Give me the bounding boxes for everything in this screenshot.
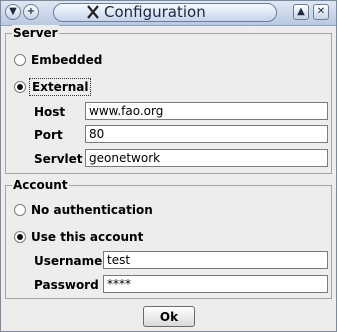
radio-embedded-label: Embedded [31,53,103,67]
maximize-icon: ▲ [297,6,305,17]
password-label: Password [34,278,99,292]
chevron-down-icon: ▼ [9,6,17,17]
servlet-input[interactable] [85,149,328,167]
port-label: Port [34,128,63,142]
maximize-button[interactable]: ▲ [293,4,309,20]
ok-button[interactable]: Ok [143,306,195,327]
window-title: Configuration [104,3,206,21]
title-bar[interactable]: ▼ + Configuration ▲ ✕ [1,1,336,26]
x-logo-icon [87,5,99,19]
radio-no-authentication[interactable]: No authentication [14,202,153,218]
plus-icon: + [26,6,36,17]
radio-embedded[interactable]: Embedded [14,52,102,68]
radio-external[interactable]: External [14,78,92,96]
host-label: Host [34,105,66,119]
close-button[interactable]: ✕ [313,4,329,20]
radio-use-this-account-indicator[interactable] [14,231,26,243]
radio-use-this-account-label: Use this account [31,230,144,244]
username-input[interactable] [103,251,328,269]
radio-external-label: External [28,78,92,96]
username-label: Username [34,254,103,268]
close-icon: ✕ [316,6,326,17]
radio-no-authentication-indicator[interactable] [14,204,26,216]
servlet-label: Servlet [34,152,83,166]
radio-embedded-indicator[interactable] [14,54,26,66]
server-group: Server Embedded External Host Port Servl… [5,25,332,174]
server-group-title: Server [12,25,59,41]
window-menu-button[interactable]: ▼ [5,4,21,20]
radio-use-this-account[interactable]: Use this account [14,229,143,245]
account-group-title: Account [12,177,69,193]
configuration-dialog: ▼ + Configuration ▲ ✕ Server Embedded Ex… [0,0,337,332]
radio-external-indicator[interactable] [14,81,26,93]
password-input[interactable] [103,275,328,293]
radio-no-authentication-label: No authentication [31,203,153,217]
account-group: Account No authentication Use this accou… [5,177,332,299]
port-input[interactable] [85,125,328,143]
host-input[interactable] [85,102,328,120]
window-add-button[interactable]: + [23,4,39,20]
title-pill: Configuration [53,3,277,22]
